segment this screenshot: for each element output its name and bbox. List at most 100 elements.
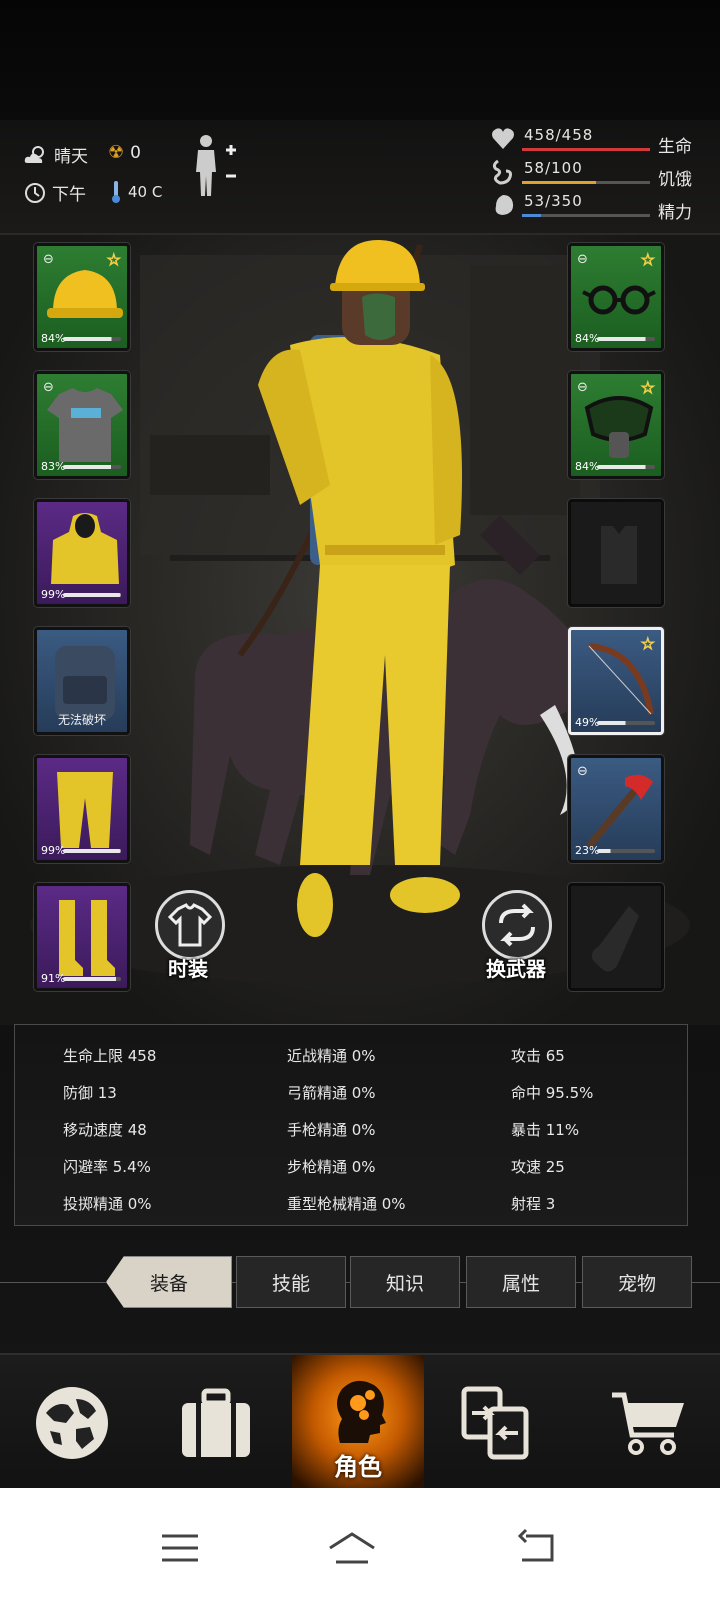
status-header: 晴天 ☢ 0 下午 40 C 458/458 生命 58/100 饥饿 53/350 精力 xyxy=(0,120,720,235)
stats-panel: 生命上限 458 近战精通 0% 攻击 65 防御 13 弓箭精通 0% 命中 95.5%… xyxy=(14,1024,688,1226)
durability-bar xyxy=(597,337,655,341)
star-icon: ☆ xyxy=(640,378,655,398)
radiation-status: ☢ 0 xyxy=(108,142,141,163)
home-icon xyxy=(329,1532,375,1564)
thermometer-icon xyxy=(112,181,120,203)
right-slot-vest-slot[interactable] xyxy=(568,499,664,607)
fashion-button[interactable] xyxy=(155,890,225,960)
vital-0: 458/458 生命 xyxy=(490,126,715,157)
left-slot-tshirt[interactable]: ⊖ 83% xyxy=(34,371,130,479)
tab-0[interactable]: 装备 xyxy=(106,1256,232,1308)
weather-label: 晴天 xyxy=(54,147,88,167)
heart-icon xyxy=(492,128,514,149)
tab-1[interactable]: 技能 xyxy=(236,1256,346,1308)
left-slot-helmet[interactable]: ⊖ ☆ 84% xyxy=(34,243,130,351)
nav-trade[interactable] xyxy=(424,1355,568,1490)
vital-bar-fill xyxy=(522,148,650,151)
stat-item: 手枪精通 0% xyxy=(287,1121,376,1139)
swap-icon xyxy=(499,903,535,947)
system-nav-bar xyxy=(0,1488,720,1605)
system-home-button[interactable] xyxy=(322,1518,382,1578)
nav-map[interactable] xyxy=(0,1355,144,1490)
lungs-icon xyxy=(495,195,514,215)
stat-item: 防御 13 xyxy=(63,1084,117,1102)
durability-bar xyxy=(597,465,655,469)
stat-item: 闪避率 5.4% xyxy=(63,1158,151,1176)
trade-icon xyxy=(461,1386,529,1459)
right-slot-glasses[interactable]: ⊖ ☆ 84% xyxy=(568,243,664,351)
vital-bar xyxy=(522,148,650,151)
tab-3[interactable]: 属性 xyxy=(466,1256,576,1308)
left-slot-hazmat-pants[interactable]: 99% xyxy=(34,755,130,863)
durability-value: 83% xyxy=(41,460,66,473)
star-icon: ☆ xyxy=(640,250,655,270)
nav-inventory[interactable] xyxy=(144,1355,288,1490)
back-icon xyxy=(517,1528,554,1562)
right-slot-bottle-slot[interactable] xyxy=(568,883,664,991)
vital-value: 58/100 xyxy=(524,159,583,177)
right-slot-fire-axe[interactable]: ⊖ 23% xyxy=(568,755,664,863)
bottle-slot-icon xyxy=(591,906,639,972)
body-status-button[interactable] xyxy=(190,132,240,202)
tab-2[interactable]: 知识 xyxy=(350,1256,460,1308)
time-status: 下午 xyxy=(24,180,86,205)
link-icon: ⊖ xyxy=(577,764,588,779)
fire-axe-icon xyxy=(586,774,653,849)
temperature-value: 40 C xyxy=(128,183,163,201)
vital-bar-fill xyxy=(522,181,597,184)
vital-label: 饥饿 xyxy=(658,170,692,190)
right-slot-gas-mask[interactable]: ⊖ ☆ 84% xyxy=(568,371,664,479)
stat-item: 射程 3 xyxy=(511,1195,556,1213)
stat-item: 重型枪械精通 0% xyxy=(287,1195,406,1213)
stat-item: 弓箭精通 0% xyxy=(287,1084,376,1102)
link-icon: ⊖ xyxy=(43,380,54,395)
stat-item: 移动速度 48 xyxy=(63,1121,147,1139)
durability-value: 84% xyxy=(41,332,66,345)
durability-value: 99% xyxy=(41,844,66,857)
durability-value: 23% xyxy=(575,844,600,857)
tab-4[interactable]: 宠物 xyxy=(582,1256,692,1308)
star-icon: ☆ xyxy=(106,250,121,270)
link-icon: ⊖ xyxy=(577,252,588,267)
stat-item: 攻击 65 xyxy=(511,1047,565,1065)
switch-weapon-button[interactable] xyxy=(482,890,552,960)
link-icon: ⊖ xyxy=(43,252,54,267)
vest-slot-icon xyxy=(601,526,637,584)
durability-value: 49% xyxy=(575,716,600,729)
right-slot-bow[interactable]: ☆ 49% xyxy=(568,627,664,735)
left-slot-hazmat-jacket[interactable]: 99% xyxy=(34,499,130,607)
system-menu-button[interactable] xyxy=(150,1518,210,1578)
radiation-icon: ☢ xyxy=(108,142,125,163)
vital-value: 53/350 xyxy=(524,192,583,210)
temperature-status: 40 C xyxy=(110,180,162,204)
left-slot-rubber-boots[interactable]: 91% xyxy=(34,883,130,991)
vital-bar-fill xyxy=(522,214,542,217)
character-scene: ⊖ ☆ 84% ⊖ 83% 99% 无法破坏 99% 91% ⊖ ☆ 84% ⊖ ☆ 84% ☆ 49% ⊖ 23… xyxy=(0,235,720,1025)
vital-bar xyxy=(522,181,650,184)
vital-1: 58/100 饥饿 xyxy=(490,159,715,190)
stat-item: 命中 95.5% xyxy=(511,1084,594,1102)
vital-label: 生命 xyxy=(658,137,692,157)
tshirt-icon xyxy=(167,903,213,947)
durability-value: 91% xyxy=(41,972,66,985)
left-slot-backpack[interactable]: 无法破坏 xyxy=(34,627,130,735)
durability-bar xyxy=(63,593,121,597)
stomach-icon xyxy=(492,159,512,185)
durability-bar xyxy=(63,337,121,341)
stat-item: 暴击 11% xyxy=(511,1121,580,1139)
cart-icon xyxy=(612,1392,684,1455)
stat-item: 投掷精通 0% xyxy=(63,1195,152,1213)
nav-character-label: 角色 xyxy=(334,1453,382,1481)
durability-bar xyxy=(597,721,655,725)
vital-bar xyxy=(522,214,650,217)
durability-bar xyxy=(63,849,121,853)
nav-character[interactable]: 角色 xyxy=(292,1355,424,1490)
system-back-button[interactable] xyxy=(506,1518,566,1578)
stat-item: 攻速 25 xyxy=(511,1158,565,1176)
durability-bar xyxy=(597,849,655,853)
vital-label: 精力 xyxy=(658,203,692,223)
body-figure-icon xyxy=(196,135,236,196)
nav-shop[interactable] xyxy=(576,1355,720,1490)
tshirt-icon xyxy=(47,388,123,462)
durability-value: 84% xyxy=(575,460,600,473)
